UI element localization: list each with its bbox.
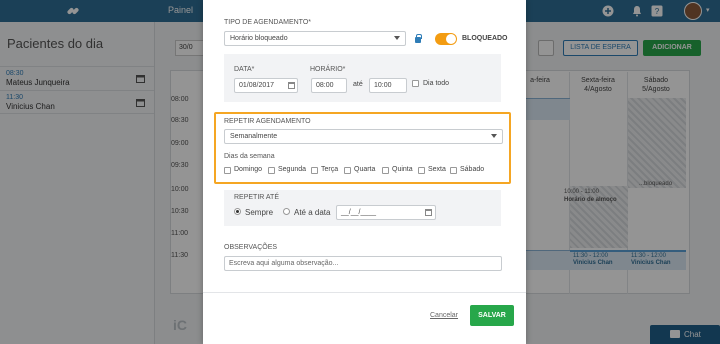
time-label: HORÁRIO* [310,66,346,73]
until-date-label: Até a data [294,208,331,217]
toggle-knob [446,34,456,44]
repeat-select-value: Semanalmente [230,133,278,140]
blocked-toggle[interactable] [435,33,457,45]
chevron-down-icon [394,36,400,40]
weekday-label: Quinta [392,166,413,173]
date-label: DATA* [234,66,255,73]
weekday-checkbox-terca[interactable] [311,167,318,174]
blocked-toggle-label: BLOQUEADO [462,35,508,42]
weekday-label: Terça [321,166,339,173]
lock-icon [415,34,422,43]
chevron-down-icon [491,134,497,138]
weekday-checkbox-quarta[interactable] [344,167,351,174]
repeat-until-label: REPETIR ATÉ [234,194,279,201]
date-input[interactable]: 01/08/2017 [234,78,298,93]
calendar-icon [425,209,432,216]
until-date-radio[interactable] [283,208,290,215]
weekday-label: Sábado [460,166,485,173]
weekday-label: Quarta [354,166,376,173]
always-label: Sempre [245,208,274,217]
type-label: TIPO DE AGENDAMENTO* [224,19,311,26]
time-start-input[interactable]: 08:00 [311,78,347,93]
weekday-checkbox-segunda[interactable] [268,167,275,174]
repeat-label: REPETIR AGENDAMENTO [224,118,311,125]
time-end-input[interactable]: 10:00 [369,78,407,93]
weekday-checkbox-domingo[interactable] [224,167,231,174]
until-date-input[interactable]: __/__/____ [336,205,436,220]
date-value: 01/08/2017 [239,82,275,89]
weekday-label: Domingo [234,166,263,173]
always-radio[interactable] [234,208,241,215]
weekday-checkbox-quinta[interactable] [382,167,389,174]
weekday-label: Sexta [428,166,446,173]
repeat-select[interactable]: Semanalmente [224,129,503,144]
notes-input[interactable]: Escreva aqui alguma observação... [224,256,502,271]
notes-label: OBSERVAÇÕES [224,244,278,251]
until-label: até [353,81,363,88]
weekday-checkbox-sabado[interactable] [450,167,457,174]
weekdays-label: Dias da semana [224,153,275,160]
calendar-icon [288,82,295,89]
all-day-label: Dia todo [423,80,450,87]
repeat-section: REPETIR AGENDAMENTO Semanalmente Dias da… [214,112,511,184]
all-day-checkbox[interactable] [412,80,419,87]
until-date-placeholder: __/__/____ [341,209,377,216]
weekday-checkbox-sexta[interactable] [418,167,425,174]
type-select-value: Horário bloqueado [230,35,288,42]
weekday-label: Segunda [278,166,307,173]
type-select[interactable]: Horário bloqueado [224,31,406,46]
